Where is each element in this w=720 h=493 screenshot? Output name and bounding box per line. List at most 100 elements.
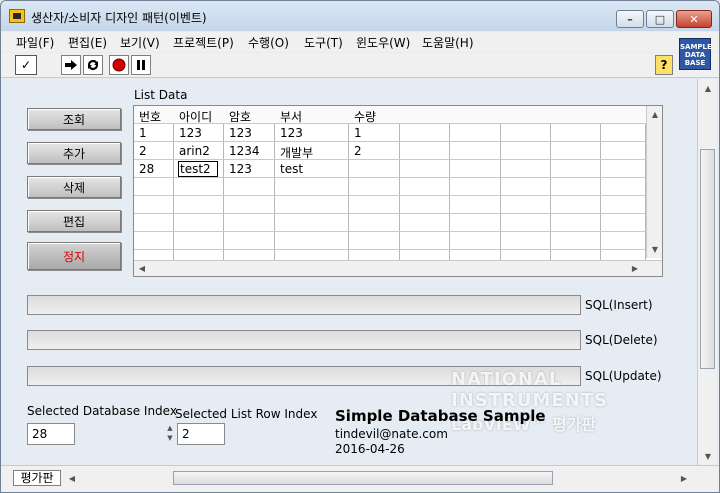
list-data-label: List Data (134, 88, 188, 102)
question-icon: ? (660, 58, 668, 72)
front-panel: 조회 추가 삭제 편집 정지 List Data 번호 아이디 암호 부서 수량 (1, 79, 697, 465)
status-bar: 평가판 ◀ ▶ (1, 465, 719, 492)
vi-icon-line1: SAMPLE (680, 43, 712, 51)
stepper-up-icon[interactable]: ▲ (165, 423, 175, 433)
menu-project[interactable]: 프로젝트(P) (173, 34, 234, 51)
run-button[interactable]: ✓ (15, 55, 37, 75)
delete-button[interactable]: 삭제 (27, 176, 121, 198)
list-data-table[interactable]: 번호 아이디 암호 부서 수량 1 123 123 123 1 2 arin2 … (133, 105, 663, 277)
title-bar[interactable]: 생산자/소비자 디자인 패턴(이벤트) – □ ✕ (1, 1, 719, 31)
sample-title: Simple Database Sample (335, 407, 546, 425)
table-row[interactable] (134, 232, 646, 250)
panel-scroll-thumb[interactable] (700, 149, 715, 369)
menu-edit[interactable]: 편집(E) (68, 34, 107, 51)
cell: 123 (229, 126, 252, 140)
stop-button[interactable]: 정지 (27, 242, 121, 270)
vi-icon-line3: BASE (684, 59, 706, 67)
context-help-button[interactable]: ? (655, 55, 673, 75)
table-horizontal-scrollbar[interactable]: ◀ ▶ (134, 260, 662, 276)
selected-row-index-field[interactable]: 2 (177, 423, 225, 445)
menu-window[interactable]: 윈도우(W) (356, 34, 410, 51)
panel-scroll-down-icon[interactable]: ▼ (701, 449, 715, 463)
header-department: 부서 (280, 110, 303, 124)
abort-button[interactable] (109, 55, 129, 75)
stepper-down-icon[interactable]: ▼ (165, 433, 175, 443)
evaluation-label: 평가판 (13, 470, 61, 486)
run-loop-button[interactable] (83, 55, 103, 75)
cell: 2 (139, 144, 147, 158)
check-icon: ✓ (20, 58, 32, 72)
selected-db-index-label: Selected Database Index (27, 404, 177, 418)
header-quantity: 수량 (354, 110, 377, 124)
selected-row-index-label: Selected List Row Index (175, 407, 318, 421)
cell: 123 (179, 126, 202, 140)
close-button[interactable]: ✕ (676, 10, 712, 28)
header-no: 번호 (139, 110, 162, 124)
scroll-right-icon[interactable]: ▶ (628, 261, 642, 275)
table-row[interactable] (134, 196, 646, 214)
table-vertical-scrollbar[interactable]: ▲ ▼ (646, 106, 662, 258)
add-button[interactable]: 추가 (27, 142, 121, 164)
close-icon: ✕ (689, 12, 699, 26)
scroll-down-icon[interactable]: ▼ (648, 242, 662, 256)
cell: 1 (139, 126, 147, 140)
table-header-row: 번호 아이디 암호 부서 수량 (134, 106, 646, 124)
pause-button[interactable] (131, 55, 151, 75)
menu-operate[interactable]: 수행(O) (248, 34, 289, 51)
maximize-icon: □ (654, 12, 666, 26)
cell: 1234 (229, 144, 260, 158)
panel-scroll-left-icon[interactable]: ◀ (65, 471, 79, 485)
panel-vertical-scrollbar[interactable]: ▲ ▼ (697, 79, 717, 465)
panel-hscroll-thumb[interactable] (173, 471, 553, 485)
panel-scroll-right-icon[interactable]: ▶ (677, 471, 691, 485)
row-index-stepper[interactable]: ▲ ▼ (165, 423, 175, 447)
menu-view[interactable]: 보기(V) (120, 34, 160, 51)
cell: 1 (354, 126, 362, 140)
cell: 2 (354, 144, 362, 158)
scroll-left-icon[interactable]: ◀ (135, 261, 149, 275)
query-button[interactable]: 조회 (27, 108, 121, 130)
sql-insert-indicator (27, 295, 581, 315)
scroll-up-icon[interactable]: ▲ (648, 107, 662, 121)
minimize-icon: – (627, 12, 633, 26)
table-row[interactable]: 2 arin2 1234 개발부 2 (134, 142, 646, 160)
cell: test (280, 162, 304, 176)
menu-tools[interactable]: 도구(T) (304, 34, 343, 51)
maximize-button[interactable]: □ (646, 10, 674, 28)
run-continuously-button[interactable] (61, 55, 81, 75)
menu-help[interactable]: 도움말(H) (422, 34, 474, 51)
cell-edit-input[interactable]: test2 (178, 161, 218, 177)
cell: 123 (229, 162, 252, 176)
edit-button[interactable]: 편집 (27, 210, 121, 232)
stop-circle-icon (112, 58, 126, 72)
table-row[interactable] (134, 178, 646, 196)
cell: 28 (139, 162, 155, 176)
run-arrow-icon (65, 60, 77, 70)
header-id: 아이디 (179, 110, 213, 124)
menu-file[interactable]: 파일(F) (16, 34, 54, 51)
table-row[interactable]: 28 test2 123 test (134, 160, 646, 178)
labview-app-icon (9, 9, 25, 23)
watermark-line1: NATIONAL (451, 369, 562, 390)
vi-icon-line2: DATA (684, 51, 706, 59)
panel-scroll-up-icon[interactable]: ▲ (701, 81, 715, 95)
panel-horizontal-scrollbar[interactable]: ◀ ▶ (65, 470, 693, 486)
sql-delete-label: SQL(Delete) (585, 333, 658, 347)
cell: 123 (280, 126, 303, 140)
header-password: 암호 (229, 110, 252, 124)
toolbar: ✓ ? (1, 53, 719, 78)
table-row[interactable]: 1 123 123 123 1 (134, 124, 646, 142)
selected-db-index-field[interactable]: 28 (27, 423, 75, 445)
sample-date: 2016-04-26 (335, 442, 405, 456)
menu-bar: 파일(F) 편집(E) 보기(V) 프로젝트(P) 수행(O) 도구(T) 윈도… (1, 32, 719, 52)
minimize-button[interactable]: – (616, 10, 644, 28)
sample-email: tindevil@nate.com (335, 427, 448, 441)
pause-icon (137, 60, 145, 70)
table-row[interactable] (134, 214, 646, 232)
main-window: 생산자/소비자 디자인 패턴(이벤트) – □ ✕ 파일(F) 편집(E) 보기… (0, 0, 720, 493)
cell: arin2 (179, 144, 210, 158)
sql-insert-label: SQL(Insert) (585, 298, 653, 312)
ni-watermark-logo: NATIONAL INSTRUMENTS LabVIEW™ 평가판 (451, 369, 608, 435)
window-title: 생산자/소비자 디자인 패턴(이벤트) (31, 11, 207, 25)
sql-delete-indicator (27, 330, 581, 350)
